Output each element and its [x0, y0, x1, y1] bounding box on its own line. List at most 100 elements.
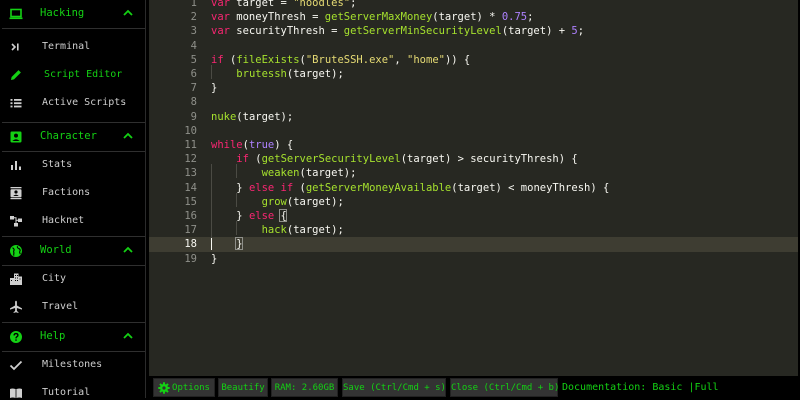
- app-frame: Hacking Terminal Script Editor Active Sc…: [2, 0, 798, 398]
- sidebar-section-world[interactable]: World: [2, 237, 145, 266]
- sidebar-item-label: Milestones: [42, 359, 103, 370]
- code-text: var target = "noodles";: [211, 0, 356, 10]
- beautify-button[interactable]: Beautify: [218, 378, 268, 397]
- gear-icon: [158, 382, 170, 394]
- sidebar-item-hacknet[interactable]: Hacknet: [2, 207, 145, 235]
- code-line[interactable]: 14 } else if (getServerMoneyAvailable(ta…: [149, 181, 798, 195]
- chevron-up-icon[interactable]: [123, 132, 133, 140]
- code-text: var securityThresh = getServerMinSecurit…: [211, 24, 584, 38]
- sidebar-item-active-scripts[interactable]: Active Scripts: [2, 89, 145, 117]
- code-token: ;: [577, 25, 585, 38]
- sidebar-section-help[interactable]: Help: [2, 323, 145, 352]
- code-token: ;: [527, 11, 534, 24]
- line-number: 16: [184, 210, 197, 222]
- line-number: 17: [184, 224, 197, 237]
- sidebar-item-label: Active Scripts: [42, 97, 127, 108]
- close-label: Close (Ctrl/Cmd + b): [451, 383, 560, 393]
- documentation-full-link[interactable]: Full: [694, 382, 718, 393]
- code-line[interactable]: 1 var target = "noodles";: [149, 0, 798, 10]
- sidebar-item-tutorial[interactable]: Tutorial: [2, 379, 145, 398]
- code-line[interactable]: 2 var moneyThresh = getServerMaxMoney(tar…: [149, 10, 798, 24]
- code-text: var moneyThresh = getServerMaxMoney(targ…: [211, 10, 533, 24]
- code-line[interactable]: 12 if (getServerSecurityLevel(target) > …: [149, 152, 798, 166]
- sidebar-item-label: Script Editor: [44, 69, 123, 80]
- code-line[interactable]: 10: [149, 124, 798, 138]
- code-text: }: [211, 81, 217, 95]
- code-text: nuke(target);: [211, 110, 293, 124]
- sidebar-item-milestones[interactable]: Milestones: [2, 351, 145, 379]
- indent-guide: [236, 193, 237, 207]
- sidebar-item-stats[interactable]: Stats: [2, 151, 145, 179]
- code-text: grow(target);: [211, 195, 344, 209]
- documentation-separator: |: [682, 382, 695, 393]
- code-token: securityThresh =: [229, 25, 344, 38]
- ram-label: RAM: 2.60GB: [274, 383, 335, 393]
- code-token: ) {: [274, 139, 294, 151]
- bracket-match-highlight: [279, 209, 287, 222]
- chevron-up-icon[interactable]: [123, 9, 133, 17]
- sidebar-item-factions[interactable]: Factions: [2, 179, 145, 207]
- code-line[interactable]: 13 weaken(target);: [149, 166, 798, 180]
- network-icon: [10, 216, 22, 227]
- close-button[interactable]: Close (Ctrl/Cmd + b): [450, 378, 560, 397]
- laptop-icon: [9, 8, 23, 20]
- code-token: ,: [394, 53, 408, 66]
- code-line[interactable]: 4: [149, 39, 798, 53]
- code-token: (target) > securityThresh) {: [400, 153, 578, 166]
- code-token: }: [211, 210, 249, 222]
- code-line[interactable]: 9 nuke(target);: [149, 110, 798, 124]
- ram-button[interactable]: RAM: 2.60GB: [271, 378, 338, 397]
- code-line[interactable]: 3 var securityThresh = getServerMinSecuri…: [149, 24, 798, 38]
- sidebar-item-city[interactable]: City: [2, 265, 145, 293]
- code-line[interactable]: 7}: [149, 81, 798, 95]
- code-line[interactable]: 19}: [149, 252, 798, 266]
- code-line[interactable]: 17 hack(target);: [149, 223, 798, 237]
- code-text: while(true) {: [211, 138, 293, 152]
- city-icon: [10, 273, 22, 285]
- code-text: } else {: [211, 209, 287, 223]
- code-token: hack: [261, 224, 287, 237]
- code-line[interactable]: 18 }: [149, 237, 798, 252]
- chevron-up-icon[interactable]: [123, 246, 133, 254]
- code-line[interactable]: 8: [149, 95, 798, 109]
- sidebar-item-terminal[interactable]: Terminal: [2, 33, 145, 61]
- code-line[interactable]: 11 while(true) {: [149, 138, 798, 152]
- code-line[interactable]: 15 grow(target);: [149, 195, 798, 209]
- code-token: nuke: [211, 110, 237, 123]
- code-token: (: [293, 181, 306, 194]
- airplane-icon: [10, 300, 22, 313]
- options-button[interactable]: Options: [153, 378, 215, 397]
- code-token: )) {: [444, 53, 471, 66]
- code-line[interactable]: 16 } else {: [149, 209, 798, 223]
- code-token: getServerMaxMoney: [324, 11, 433, 24]
- code-token: if: [236, 153, 249, 166]
- code-line[interactable]: 6 brutessh(target);: [149, 67, 798, 81]
- sidebar-section-label: Help: [40, 330, 66, 342]
- options-label: Options: [172, 383, 210, 393]
- code-text: }: [211, 252, 217, 266]
- code-text: if (getServerSecurityLevel(target) > sec…: [211, 152, 578, 166]
- code-editor[interactable]: 1 var target = "noodles"; 2 var moneyThresh…: [149, 0, 798, 372]
- code-token: (target) +: [501, 25, 572, 38]
- sidebar-section-label: Character: [40, 130, 97, 142]
- documentation-links: Documentation: Basic |Full: [562, 382, 719, 393]
- sidebar-item-travel[interactable]: Travel: [2, 293, 145, 321]
- sidebar-section-label: World: [40, 244, 72, 256]
- chevron-up-icon[interactable]: [123, 332, 133, 340]
- code-token: getServerMinSecurityLevel: [343, 25, 502, 38]
- save-button[interactable]: Save (Ctrl/Cmd + s): [342, 378, 446, 397]
- code-token: "noodles": [293, 0, 351, 9]
- pencil-icon: [11, 70, 21, 80]
- documentation-basic-link[interactable]: Basic: [652, 382, 682, 393]
- account-box-icon: [10, 131, 22, 143]
- code-token: if: [211, 53, 224, 66]
- sidebar-section-hacking[interactable]: Hacking: [2, 0, 145, 29]
- line-number: 4: [190, 39, 197, 52]
- sidebar-item-script-editor[interactable]: Script Editor: [2, 61, 145, 89]
- code-token: while: [211, 139, 243, 151]
- terminal-icon: [11, 43, 19, 51]
- code-line[interactable]: 5 if (fileExists("BruteSSH.exe", "home"))…: [149, 53, 798, 67]
- code-token: getServerSecurityLevel: [261, 153, 401, 166]
- sidebar-section-character[interactable]: Character: [2, 123, 145, 152]
- line-number: 18: [184, 238, 197, 251]
